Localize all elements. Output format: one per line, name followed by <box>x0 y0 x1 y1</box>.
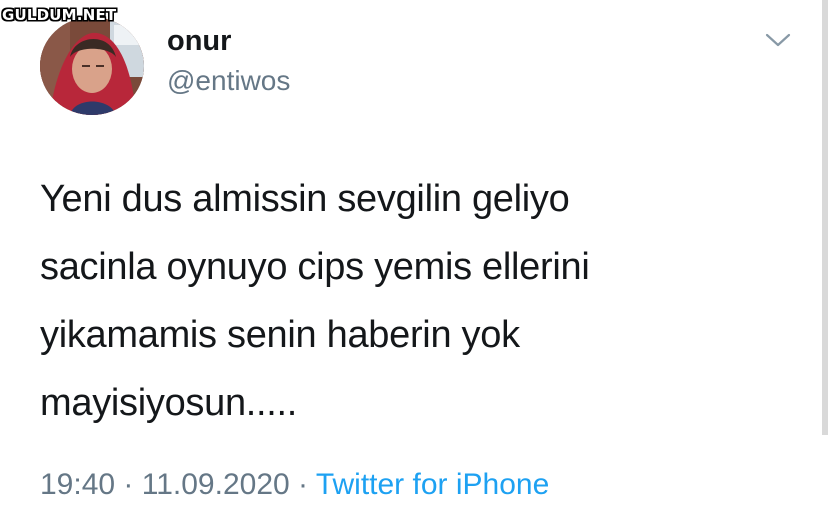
tweet-text: Yeni dus almissin sevgilin geliyo sacinl… <box>40 165 740 437</box>
scrollbar[interactable] <box>822 0 828 435</box>
avatar[interactable] <box>40 17 144 115</box>
tweet-text-line: sacinla oynuyo cips yemis ellerini <box>40 246 590 288</box>
tweet-metadata: 19:40 · 11.09.2020 · Twitter for iPhone <box>40 466 549 504</box>
tweet-date[interactable]: 11.09.2020 <box>142 468 290 501</box>
tweet-text-line: mayisiyosun..... <box>40 382 298 424</box>
tweet-text-line: Yeni dus almissin sevgilin geliyo <box>40 178 570 220</box>
tweet-text-line: yikamamis senin haberin yok <box>40 314 520 356</box>
user-handle[interactable]: @entiwos <box>167 64 290 98</box>
separator-dot: · <box>123 468 134 501</box>
chevron-down-icon[interactable] <box>763 28 793 52</box>
separator-dot: · <box>298 468 309 501</box>
tweet-time: 19:40 <box>40 468 116 501</box>
watermark-logo: GULDUM.NET <box>2 6 117 24</box>
tweet-source-link[interactable]: Twitter for iPhone <box>316 468 549 501</box>
display-name[interactable]: onur <box>167 24 231 58</box>
avatar-image <box>40 17 144 115</box>
